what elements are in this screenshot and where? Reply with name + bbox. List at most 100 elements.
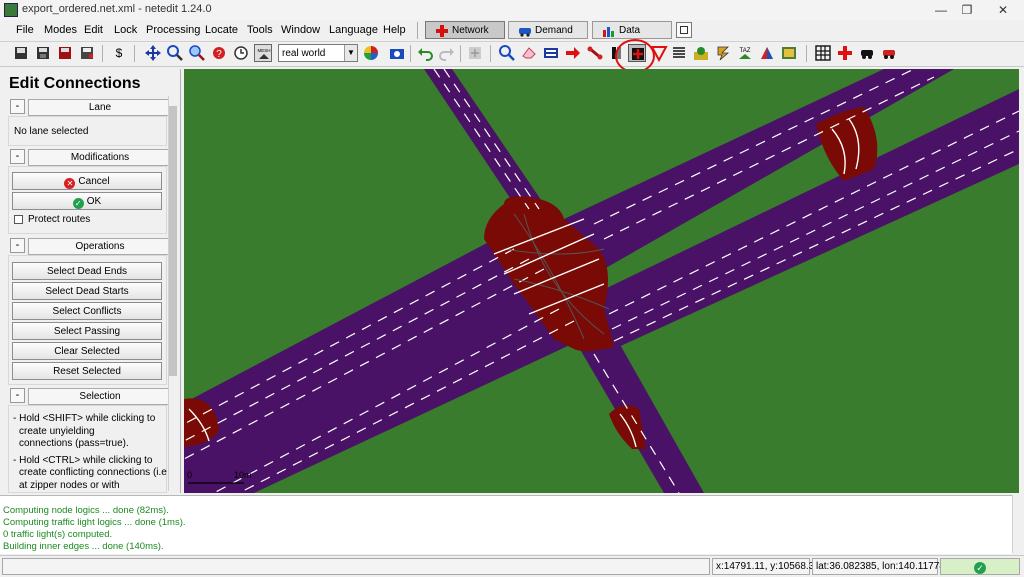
toolbar-separator	[460, 45, 461, 62]
menu-file[interactable]: File	[16, 24, 34, 36]
cancel-icon: ✕	[64, 178, 76, 189]
window-title: export_ordered.net.xml - netedit 1.24.0	[22, 3, 212, 15]
selection-frame-header[interactable]: - Selection	[10, 388, 175, 405]
ok-button[interactable]: ✓ OK	[12, 192, 162, 210]
select-mode-icon[interactable]	[542, 44, 560, 62]
status-xy: x:14791.11, y:10568.34	[712, 558, 820, 575]
undo-icon[interactable]	[416, 44, 434, 62]
select-passing-button[interactable]: Select Passing	[12, 322, 162, 340]
cancel-label: Cancel	[78, 176, 110, 187]
status-message	[2, 558, 710, 575]
highlight-circle	[615, 39, 655, 73]
protect-routes-checkbox[interactable]	[14, 215, 23, 224]
protect-routes-label: Protect routes	[28, 214, 91, 225]
recompute-icon[interactable]	[466, 44, 484, 62]
reset-selected-button[interactable]: Reset Selected	[12, 362, 162, 380]
move-icon[interactable]	[144, 44, 162, 62]
close-button[interactable]: ✕	[988, 1, 1018, 19]
status-latlon: lat:36.082385, lon:140.117789	[812, 558, 950, 575]
collapse-icon[interactable]: -	[10, 388, 25, 403]
save-as-icon[interactable]	[56, 44, 74, 62]
log-line: Computing traffic light logics ... done …	[3, 517, 186, 528]
hint-line: connections (pass=true).	[19, 438, 129, 449]
sumo-icon[interactable]: $	[110, 44, 128, 62]
menu-locate[interactable]: Locate	[205, 24, 238, 36]
message-log: Computing node logics ... done (82ms). C…	[0, 495, 1012, 554]
select-dead-starts-button[interactable]: Select Dead Starts	[12, 282, 162, 300]
supermode-demand-tab[interactable]: Demand	[508, 21, 588, 39]
new-network-icon[interactable]	[12, 44, 30, 62]
help-icon[interactable]: ?	[210, 44, 228, 62]
lane-frame-header[interactable]: - Lane	[10, 99, 175, 116]
taz-mode-icon[interactable]: TAZ	[736, 44, 754, 62]
network-canvas[interactable]: 0 10m	[184, 69, 1019, 493]
color-wheel-icon[interactable]	[362, 44, 380, 62]
menu-modes[interactable]: Modes	[44, 24, 77, 36]
menu-lock[interactable]: Lock	[114, 24, 137, 36]
svg-text:TAZ: TAZ	[740, 48, 751, 54]
vehicle-icon[interactable]	[858, 44, 876, 62]
create-edge-icon[interactable]	[586, 44, 604, 62]
junction-shape-icon[interactable]	[836, 44, 854, 62]
road-north	[424, 69, 554, 219]
network-label: Network	[452, 25, 489, 36]
traffic-light-mode-icon[interactable]	[650, 44, 668, 62]
select-dead-ends-button[interactable]: Select Dead Ends	[12, 262, 162, 280]
screenshot-icon[interactable]	[388, 44, 406, 62]
redo-icon[interactable]	[438, 44, 456, 62]
panel-scroll-thumb[interactable]	[169, 106, 177, 376]
menu-bar: File Modes Edit Lock Processing Locate T…	[0, 20, 1024, 42]
lane-status: No lane selected	[14, 126, 89, 137]
supermode-network-tab[interactable]: Network	[425, 21, 505, 39]
log-line: Building inner edges ... done (140ms).	[3, 541, 164, 552]
menu-separator	[417, 22, 418, 39]
vehicle-type-icon[interactable]	[880, 44, 898, 62]
menu-processing[interactable]: Processing	[146, 24, 200, 36]
supermode-data-tab[interactable]: Data	[592, 21, 672, 39]
restore-button[interactable]: ❐	[952, 1, 982, 19]
additional-mode-icon[interactable]	[670, 44, 688, 62]
locate-icon[interactable]	[166, 44, 184, 62]
collapse-icon[interactable]: -	[10, 149, 25, 164]
menu-help[interactable]: Help	[383, 24, 406, 36]
operations-frame-header[interactable]: - Operations	[10, 238, 175, 255]
decal-mode-icon[interactable]	[780, 44, 798, 62]
toolbar-separator	[806, 45, 807, 62]
time-icon[interactable]	[232, 44, 250, 62]
menu-window[interactable]: Window	[281, 24, 320, 36]
collapse-icon[interactable]: -	[10, 99, 25, 114]
save-all-icon[interactable]	[78, 44, 96, 62]
network-view[interactable]: 0 10m	[184, 69, 1019, 493]
collapse-icon[interactable]: -	[10, 238, 25, 253]
status-bar: x:14791.11, y:10568.34 lat:36.082385, lo…	[0, 555, 1024, 577]
crossing-mode-icon[interactable]	[692, 44, 710, 62]
wire-mode-icon[interactable]	[714, 44, 732, 62]
move-mode-icon[interactable]	[564, 44, 582, 62]
toolbar: $ ? MESH real world ▼ TAZ	[0, 39, 1024, 73]
hint-line: create unyielding	[19, 425, 95, 437]
menu-language[interactable]: Language	[329, 24, 378, 36]
log-scrollbar[interactable]	[1012, 495, 1024, 553]
delete-mode-icon[interactable]	[520, 44, 538, 62]
status-ok-indicator[interactable]: ✓	[940, 558, 1020, 575]
toolbar-separator	[102, 45, 103, 62]
inspect-mode-icon[interactable]	[498, 44, 516, 62]
cancel-button[interactable]: ✕ Cancel	[12, 172, 162, 190]
polygon-mode-icon[interactable]	[758, 44, 776, 62]
scale-zero: 0	[187, 470, 192, 480]
inspect-icon[interactable]	[188, 44, 206, 62]
clear-selected-button[interactable]: Clear Selected	[12, 342, 162, 360]
view-scheme-select[interactable]: real world ▼	[278, 44, 358, 62]
window-toggle-icon[interactable]	[676, 22, 692, 38]
mesh-icon[interactable]: MESH	[254, 44, 272, 62]
select-conflicts-button[interactable]: Select Conflicts	[12, 302, 162, 320]
hint-line: create conflicting connections (i.e	[19, 467, 167, 478]
save-icon[interactable]	[34, 44, 52, 62]
lane-header: Lane	[28, 99, 172, 116]
menu-edit[interactable]: Edit	[84, 24, 103, 36]
menu-tools[interactable]: Tools	[247, 24, 273, 36]
modifications-frame-header[interactable]: - Modifications	[10, 149, 175, 166]
check-icon: ✓	[974, 562, 986, 574]
data-icon	[603, 27, 614, 37]
grid-icon[interactable]	[814, 44, 832, 62]
